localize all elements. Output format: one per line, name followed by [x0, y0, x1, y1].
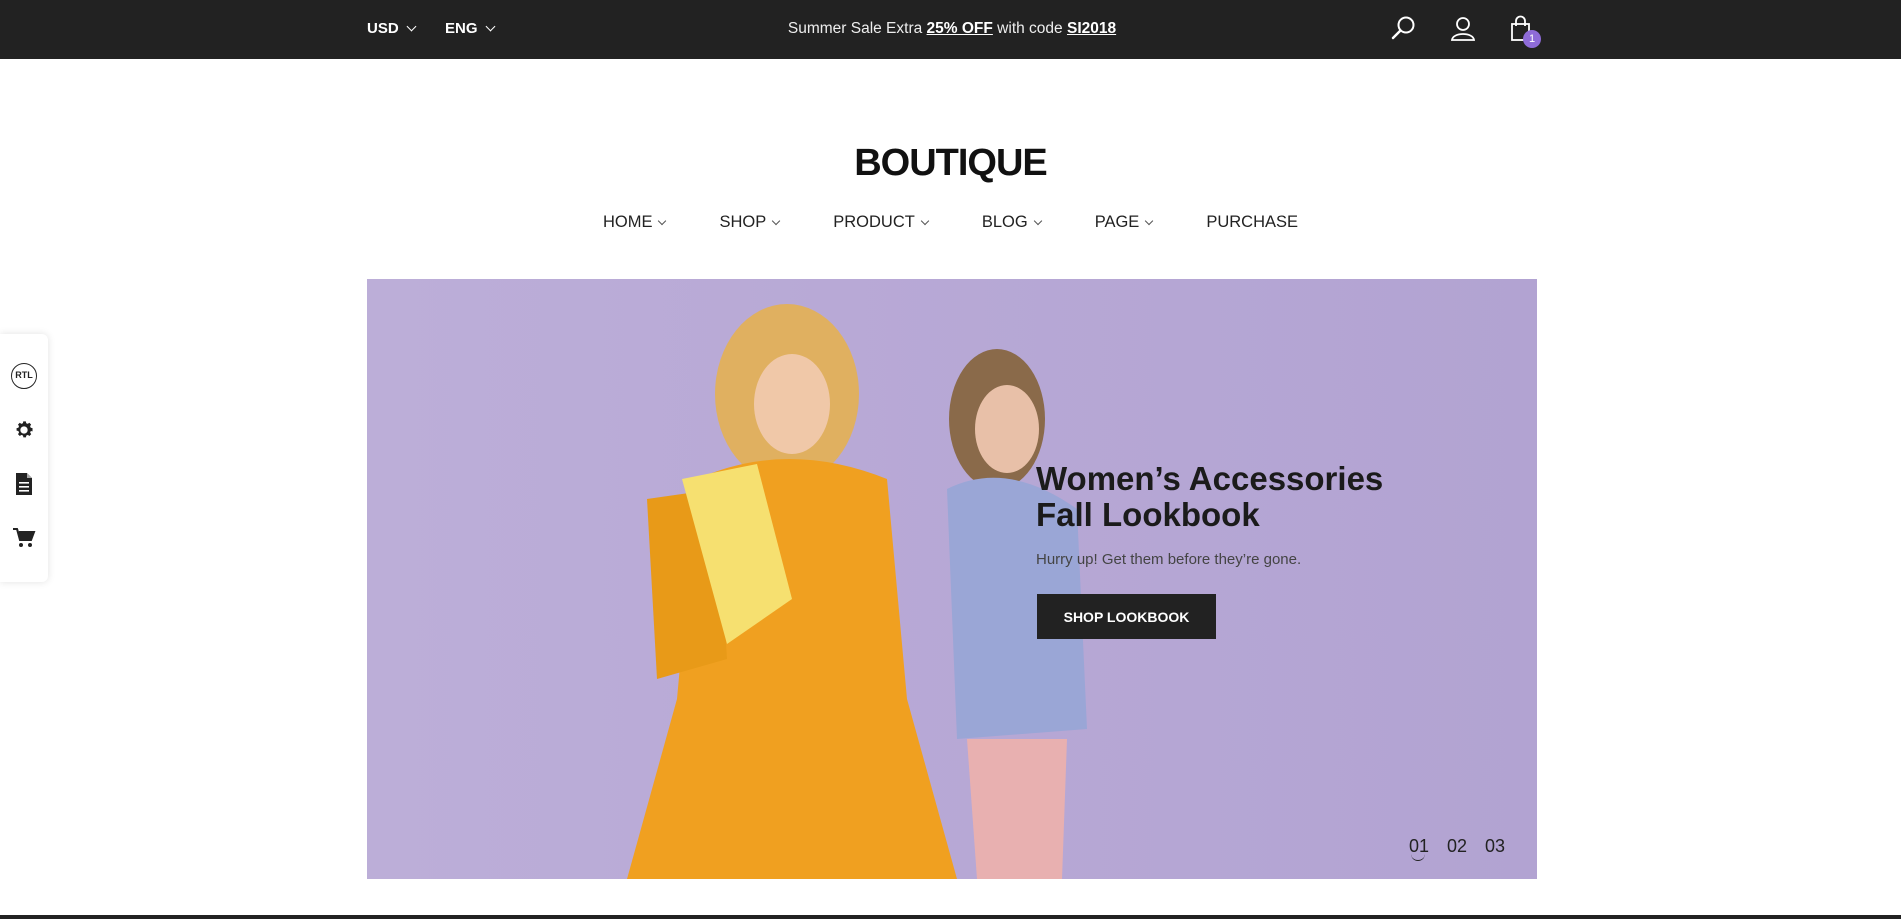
main-nav: HOME SHOP PRODUCT BLOG PAGE PURCHASE — [0, 213, 1901, 232]
hero-title: Women’s Accessories Fall Lookbook — [1036, 461, 1383, 533]
cart-count-badge: 1 — [1523, 30, 1541, 48]
cart-bag-icon[interactable]: 1 — [1507, 14, 1541, 48]
purchase-cart-button[interactable] — [10, 524, 38, 552]
side-tool-panel: RTL — [0, 334, 48, 582]
page-bottom-divider — [0, 915, 1901, 919]
chevron-down-icon — [658, 216, 667, 225]
user-icon[interactable] — [1448, 14, 1478, 44]
document-icon — [16, 473, 32, 495]
search-icon[interactable] — [1388, 14, 1418, 44]
nav-label: SHOP — [719, 213, 767, 231]
nav-item-shop[interactable]: SHOP — [719, 213, 781, 232]
settings-button[interactable] — [10, 416, 38, 444]
promo-text-middle: with code — [992, 20, 1067, 37]
documentation-button[interactable] — [10, 470, 38, 498]
site-logo[interactable]: BOUTIQUE — [0, 142, 1901, 185]
nav-label: HOME — [602, 213, 653, 231]
slide-dot-1[interactable]: 01 — [1407, 836, 1431, 861]
hero-subtitle: Hurry up! Get them before they’re gone. — [1036, 551, 1302, 568]
nav-label: PRODUCT — [833, 213, 915, 231]
nav-item-home[interactable]: HOME — [602, 213, 667, 232]
hero-slider: Women’s Accessories Fall Lookbook Hurry … — [367, 279, 1537, 879]
rtl-icon: RTL — [11, 363, 37, 389]
nav-item-product[interactable]: PRODUCT — [833, 213, 930, 232]
promo-text: Summer Sale Extra — [787, 20, 927, 37]
slide-dot-2[interactable]: 02 — [1445, 834, 1469, 857]
nav-label: PURCHASE — [1206, 213, 1299, 231]
cart-icon — [13, 528, 36, 547]
chevron-down-icon — [1033, 216, 1042, 225]
hero-title-line-1: Women’s Accessories — [1036, 460, 1384, 497]
nav-label: PAGE — [1094, 213, 1140, 231]
promo-discount-link[interactable]: 25% OFF — [927, 20, 993, 37]
rtl-toggle-button[interactable]: RTL — [10, 362, 38, 390]
promo-banner: Summer Sale Extra 25% OFF with code SI20… — [367, 20, 1537, 38]
promo-code-link[interactable]: SI2018 — [1067, 20, 1116, 37]
nav-item-blog[interactable]: BLOG — [981, 213, 1042, 232]
chevron-down-icon — [771, 216, 781, 225]
gear-icon — [16, 421, 33, 438]
hero-title-line-2: Fall Lookbook — [1036, 496, 1260, 533]
nav-item-page[interactable]: PAGE — [1094, 213, 1154, 232]
nav-item-purchase[interactable]: PURCHASE — [1206, 213, 1298, 232]
hero-models-image — [627, 304, 1087, 879]
nav-label: BLOG — [981, 213, 1028, 231]
slide-dot-3[interactable]: 03 — [1483, 834, 1507, 857]
slider-pagination: 01 02 03 — [1407, 834, 1507, 861]
chevron-down-icon — [920, 216, 930, 225]
shop-lookbook-button[interactable]: SHOP LOOKBOOK — [1037, 594, 1216, 639]
top-bar: USD ENG Summer Sale Extra 25% OFF with c… — [0, 0, 1901, 59]
chevron-down-icon — [1145, 216, 1154, 225]
